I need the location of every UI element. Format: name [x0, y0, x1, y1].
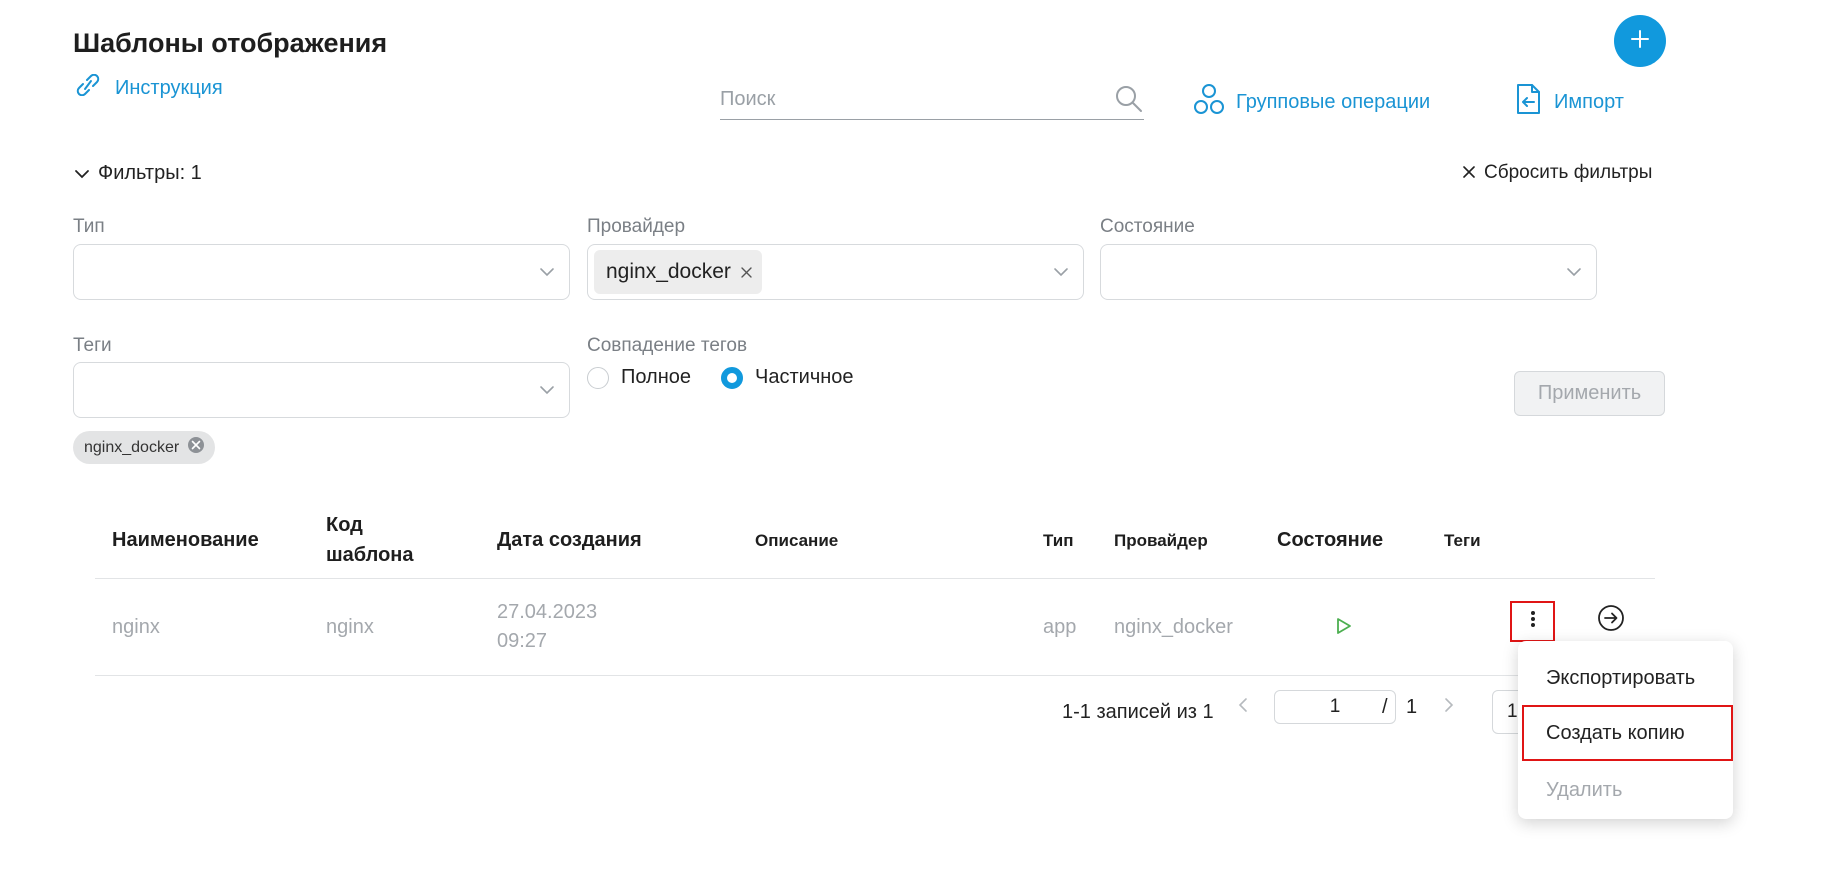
- row-divider: [95, 675, 1655, 676]
- col-type: Тип: [1043, 531, 1074, 550]
- chevron-down-icon: [1053, 263, 1069, 286]
- play-icon: [1336, 617, 1352, 640]
- import-icon: [1514, 83, 1542, 121]
- total-pages: 1: [1406, 696, 1418, 718]
- type-filter-label: Тип: [73, 216, 105, 237]
- tag-match-radio-group: Полное Частичное: [587, 366, 884, 389]
- type-select[interactable]: [73, 244, 570, 300]
- search-icon[interactable]: [1114, 84, 1144, 119]
- reset-filters-button[interactable]: Сбросить фильтры: [1463, 162, 1652, 184]
- provider-chip: nginx_docker: [594, 250, 762, 294]
- header-divider: [95, 578, 1655, 579]
- filters-toggle[interactable]: Фильтры: 1: [74, 162, 202, 185]
- pager-summary: 1-1 записей из 1: [1062, 701, 1214, 723]
- state-select[interactable]: [1100, 244, 1597, 300]
- provider-select[interactable]: nginx_docker: [587, 244, 1084, 300]
- radio-partial[interactable]: Частичное: [721, 366, 854, 389]
- col-code-line2[interactable]: шаблона: [326, 544, 414, 567]
- group-icon: [1194, 83, 1224, 121]
- instruction-link[interactable]: Инструкция: [73, 73, 223, 102]
- row-time: 09:27: [497, 630, 548, 652]
- import-label: Импорт: [1554, 90, 1624, 113]
- row-context-menu: Экспортировать Создать копию Удалить: [1518, 641, 1733, 819]
- apply-button[interactable]: Применить: [1514, 371, 1665, 416]
- arrow-right-circle-icon: [1597, 605, 1625, 636]
- radio-partial-label: Частичное: [755, 366, 854, 388]
- provider-filter-label: Провайдер: [587, 216, 686, 237]
- provider-chip-label: nginx_docker: [606, 260, 731, 283]
- link-icon: [73, 73, 103, 102]
- row-date: 27.04.2023: [497, 601, 598, 623]
- chevron-left-icon[interactable]: [1237, 696, 1249, 720]
- radio-full[interactable]: Полное: [587, 366, 691, 389]
- filters-toggle-label: Фильтры: 1: [98, 162, 202, 184]
- radio-circle: [587, 366, 609, 389]
- menu-item-delete[interactable]: Удалить: [1518, 762, 1733, 818]
- search-field[interactable]: [720, 80, 1144, 120]
- radio-circle-selected: [721, 366, 744, 389]
- chevron-down-icon: [1566, 263, 1582, 286]
- radio-full-label: Полное: [621, 366, 692, 388]
- tags-select[interactable]: [73, 362, 570, 418]
- col-created[interactable]: Дата создания: [497, 529, 642, 552]
- row-name: nginx: [112, 616, 160, 638]
- col-name[interactable]: Наименование: [112, 529, 259, 552]
- col-provider: Провайдер: [1114, 531, 1208, 550]
- row-code: nginx: [326, 616, 374, 638]
- open-row-button[interactable]: [1597, 604, 1625, 637]
- group-operations-button[interactable]: Групповые операции: [1194, 83, 1430, 121]
- add-template-button[interactable]: [1614, 15, 1666, 67]
- tags-filter-label: Теги: [73, 335, 112, 356]
- chevron-right-icon[interactable]: [1443, 696, 1455, 720]
- page-input[interactable]: [1274, 690, 1396, 724]
- search-input[interactable]: [720, 80, 1090, 118]
- close-icon: [1463, 162, 1475, 184]
- page-separator: /: [1382, 696, 1388, 718]
- close-icon[interactable]: [741, 260, 752, 284]
- remove-tag-icon[interactable]: [187, 436, 205, 459]
- group-operations-label: Групповые операции: [1236, 90, 1431, 113]
- menu-item-export[interactable]: Экспортировать: [1518, 650, 1733, 706]
- row-provider: nginx_docker: [1114, 616, 1233, 638]
- menu-item-copy[interactable]: Создать копию: [1522, 705, 1733, 761]
- active-tag-chip: nginx_docker: [73, 431, 216, 464]
- chevron-down-icon: [539, 263, 555, 286]
- page-title: Шаблоны отображения: [73, 28, 388, 58]
- col-code-line1[interactable]: Код: [326, 514, 363, 537]
- tag-match-label: Совпадение тегов: [587, 335, 748, 356]
- import-button[interactable]: Импорт: [1514, 83, 1624, 121]
- plus-icon: [1630, 29, 1650, 54]
- chevron-down-icon: [74, 162, 90, 185]
- active-tag-label: nginx_docker: [84, 438, 180, 456]
- row-type: app: [1043, 616, 1077, 638]
- col-tags: Теги: [1444, 531, 1481, 550]
- state-filter-label: Состояние: [1100, 216, 1195, 237]
- row-actions-button[interactable]: [1510, 601, 1555, 642]
- chevron-down-icon: [539, 381, 555, 404]
- col-state[interactable]: Состояние: [1277, 529, 1383, 552]
- kebab-icon: [1530, 610, 1536, 633]
- instruction-label: Инструкция: [115, 76, 223, 99]
- col-description: Описание: [755, 531, 839, 550]
- reset-filters-label: Сбросить фильтры: [1484, 162, 1653, 183]
